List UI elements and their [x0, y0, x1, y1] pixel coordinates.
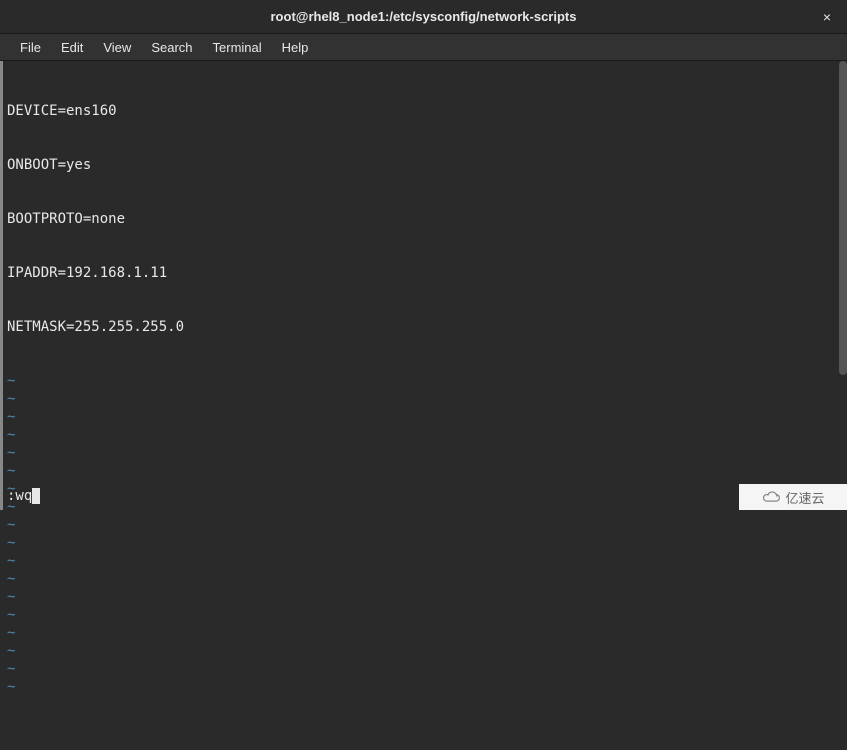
- menu-terminal[interactable]: Terminal: [203, 34, 272, 60]
- vim-tilde: ~: [7, 426, 833, 444]
- titlebar: root@rhel8_node1:/etc/sysconfig/network-…: [0, 0, 847, 34]
- vim-tilde: ~: [7, 534, 833, 552]
- vim-tilde: ~: [7, 642, 833, 660]
- vim-command-line: :wq: [7, 487, 40, 505]
- cursor-icon: [32, 488, 40, 504]
- file-line: ONBOOT=yes: [7, 156, 833, 174]
- terminal-area[interactable]: DEVICE=ens160 ONBOOT=yes BOOTPROTO=none …: [0, 61, 847, 510]
- scrollbar-thumb[interactable]: [839, 61, 847, 375]
- vim-tilde: ~: [7, 588, 833, 606]
- vim-tilde: ~: [7, 570, 833, 588]
- watermark-text: 亿速云: [785, 488, 824, 507]
- file-line: NETMASK=255.255.255.0: [7, 318, 833, 336]
- menu-file[interactable]: File: [10, 34, 51, 60]
- vim-tilde: ~: [7, 606, 833, 624]
- file-line: IPADDR=192.168.1.11: [7, 264, 833, 282]
- vim-tilde: ~: [7, 498, 833, 516]
- vim-tilde: ~: [7, 390, 833, 408]
- cloud-icon: [761, 490, 781, 504]
- menu-view[interactable]: View: [93, 34, 141, 60]
- file-line: BOOTPROTO=none: [7, 210, 833, 228]
- watermark: 亿速云: [739, 484, 847, 510]
- vim-tilde: ~: [7, 480, 833, 498]
- menu-help[interactable]: Help: [272, 34, 319, 60]
- vim-tilde: ~: [7, 516, 833, 534]
- vim-tilde: ~: [7, 660, 833, 678]
- vim-tilde: ~: [7, 462, 833, 480]
- menu-search[interactable]: Search: [141, 34, 202, 60]
- vim-tilde: ~: [7, 372, 833, 390]
- menu-edit[interactable]: Edit: [51, 34, 93, 60]
- scrollbar[interactable]: [837, 61, 847, 510]
- empty-lines: ~~~~~~~~~~~~~~~~~~: [7, 372, 833, 696]
- vim-tilde: ~: [7, 552, 833, 570]
- vim-tilde: ~: [7, 444, 833, 462]
- vim-tilde: ~: [7, 678, 833, 696]
- menubar: File Edit View Search Terminal Help: [0, 34, 847, 61]
- close-icon[interactable]: ×: [819, 9, 835, 25]
- terminal-content[interactable]: DEVICE=ens160 ONBOOT=yes BOOTPROTO=none …: [3, 61, 837, 510]
- window-title: root@rhel8_node1:/etc/sysconfig/network-…: [271, 9, 577, 24]
- vim-tilde: ~: [7, 408, 833, 426]
- file-line: DEVICE=ens160: [7, 102, 833, 120]
- vim-tilde: ~: [7, 624, 833, 642]
